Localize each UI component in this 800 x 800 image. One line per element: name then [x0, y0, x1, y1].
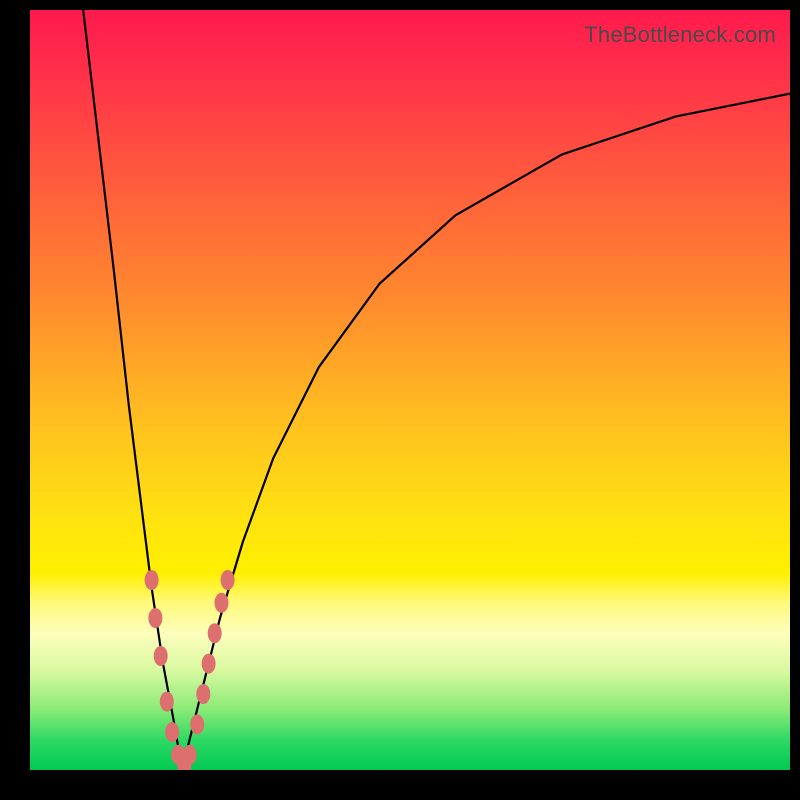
marker-point	[154, 646, 168, 666]
marker-point	[160, 692, 174, 712]
marker-point	[215, 593, 229, 613]
plot-svg	[30, 10, 790, 770]
watermark-text: TheBottleneck.com	[584, 22, 776, 48]
marker-point	[165, 722, 179, 742]
curve-group	[83, 10, 790, 770]
marker-point	[183, 745, 197, 765]
marker-point	[190, 714, 204, 734]
marker-point	[196, 684, 210, 704]
plot-area: TheBottleneck.com	[30, 10, 790, 770]
marker-point	[221, 570, 235, 590]
chart-frame: TheBottleneck.com	[0, 0, 800, 800]
curve-right-branch	[182, 94, 790, 770]
marker-point	[148, 608, 162, 628]
marker-point	[202, 654, 216, 674]
marker-point	[208, 623, 222, 643]
marker-point	[145, 570, 159, 590]
